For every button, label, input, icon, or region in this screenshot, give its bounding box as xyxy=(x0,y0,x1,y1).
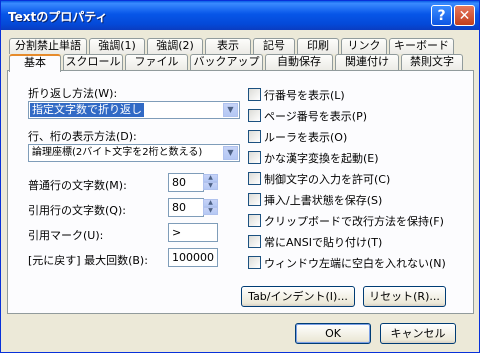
checkbox-ime[interactable] xyxy=(248,151,261,164)
quote-line-chars-input[interactable]: 80 xyxy=(168,198,204,217)
checkbox-clipboard-newline[interactable] xyxy=(248,214,261,227)
basic-settings-panel: 折り返し方法(W): 指定文字数で折り返し ▼ 行、桁の表示方法(D): 論理座… xyxy=(7,70,474,314)
tab-emphasis-2[interactable]: 強調(2) xyxy=(147,38,203,54)
chevron-down-icon[interactable]: ▼ xyxy=(223,103,238,117)
checkbox-page-numbers[interactable] xyxy=(248,109,261,122)
quote-line-chars-label: 引用行の文字数(Q): xyxy=(28,204,126,217)
normal-line-chars-spinner[interactable]: ▲ ▼ xyxy=(203,174,218,191)
checkbox-insert-state-label: 挿入/上書状態を保存(S) xyxy=(264,194,383,207)
checkbox-ruler[interactable] xyxy=(248,130,261,143)
quote-mark-label: 引用マーク(U): xyxy=(28,229,104,242)
tab-indent-button[interactable]: Tab/インデント(I)... xyxy=(241,286,355,307)
tab-display[interactable]: 表示 xyxy=(205,38,251,54)
normal-line-chars-label: 普通行の文字数(M): xyxy=(28,179,127,192)
tab-symbols[interactable]: 記号 xyxy=(253,38,295,54)
checkbox-line-numbers-label: 行番号を表示(L) xyxy=(264,89,345,102)
tab-scroll[interactable]: スクロール xyxy=(63,54,123,70)
title-bar[interactable]: Textのプロパティ ? ✕ xyxy=(1,1,479,30)
undo-max-label: [元に戻す] 最大回数(B): xyxy=(28,254,148,267)
tab-autosave[interactable]: 自動保存 xyxy=(265,54,333,70)
checkbox-line-numbers[interactable] xyxy=(248,88,261,101)
normal-line-chars-input[interactable]: 80 xyxy=(168,173,204,192)
checkbox-page-numbers-label: ページ番号を表示(P) xyxy=(264,110,367,123)
quote-mark-input[interactable]: > xyxy=(168,223,218,242)
undo-max-input[interactable]: 100000 xyxy=(168,248,218,267)
wrap-method-value: 指定文字数で折り返し xyxy=(30,103,144,117)
chevron-down-icon[interactable]: ▼ xyxy=(223,146,238,160)
tab-link[interactable]: リンク xyxy=(341,38,387,54)
spin-up-icon[interactable]: ▲ xyxy=(203,199,218,207)
close-icon[interactable]: ✕ xyxy=(454,5,475,26)
checkbox-left-margin-label: ウィンドウ左端に空白を入れない(N) xyxy=(264,257,446,270)
quote-line-chars-spinner[interactable]: ▲ ▼ xyxy=(203,199,218,216)
tab-word-break[interactable]: 分割禁止単語 xyxy=(9,38,87,54)
properties-dialog: Textのプロパティ ? ✕ 分割禁止単語 強調(1) 強調(2) 表示 記号 … xyxy=(0,0,480,353)
checkbox-clipboard-newline-label: クリップボードで改行方法を保持(F) xyxy=(264,215,444,228)
tab-forbidden-chars[interactable]: 禁則文字 xyxy=(401,54,463,70)
checkbox-ansi-paste[interactable] xyxy=(248,235,261,248)
tab-file[interactable]: ファイル xyxy=(125,54,188,70)
tab-basic[interactable]: 基本 xyxy=(9,54,61,72)
help-icon[interactable]: ? xyxy=(431,5,452,26)
line-digit-value: 論理座標(2バイト文字を2桁と数える) xyxy=(32,147,203,158)
checkbox-control-chars-label: 制御文字の入力を許可(C) xyxy=(264,173,391,186)
tab-emphasis-1[interactable]: 強調(1) xyxy=(89,38,145,54)
tab-keyboard[interactable]: キーボード xyxy=(389,38,454,54)
checkbox-ansi-paste-label: 常にANSIで貼り付け(T) xyxy=(264,236,383,249)
tab-print[interactable]: 印刷 xyxy=(297,38,339,54)
reset-button[interactable]: リセット(R)... xyxy=(363,286,446,307)
checkbox-control-chars[interactable] xyxy=(248,172,261,185)
tab-association[interactable]: 関連付け xyxy=(335,54,399,70)
line-digit-label: 行、桁の表示方法(D): xyxy=(28,130,137,143)
tab-row-1: 分割禁止単語 強調(1) 強調(2) 表示 記号 印刷 リンク キーボード xyxy=(9,38,456,54)
line-digit-select[interactable]: 論理座標(2バイト文字を2桁と数える) ▼ xyxy=(28,144,240,162)
wrap-method-label: 折り返し方法(W): xyxy=(28,87,118,100)
window-title: Textのプロパティ xyxy=(8,10,108,24)
ok-button[interactable]: OK xyxy=(295,323,371,344)
tab-row-2: 基本 スクロール ファイル バックアップ 自動保存 関連付け 禁則文字 xyxy=(9,54,465,72)
tab-backup[interactable]: バックアップ xyxy=(190,54,263,70)
spin-down-icon[interactable]: ▼ xyxy=(203,207,218,215)
checkbox-insert-state[interactable] xyxy=(248,193,261,206)
spin-down-icon[interactable]: ▼ xyxy=(203,182,218,190)
checkbox-ruler-label: ルーラを表示(O) xyxy=(264,131,348,144)
checkbox-left-margin[interactable] xyxy=(248,256,261,269)
wrap-method-select[interactable]: 指定文字数で折り返し ▼ xyxy=(28,101,240,119)
cancel-button[interactable]: キャンセル xyxy=(380,323,456,344)
spin-up-icon[interactable]: ▲ xyxy=(203,174,218,182)
checkbox-ime-label: かな漢字変換を起動(E) xyxy=(264,152,379,165)
